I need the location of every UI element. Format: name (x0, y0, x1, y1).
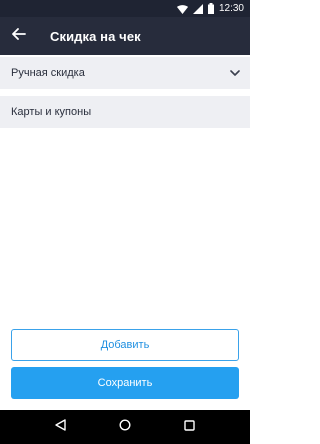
back-triangle-icon (55, 418, 66, 436)
arrow-left-icon (12, 27, 26, 45)
back-button[interactable] (0, 17, 38, 55)
cards-coupons-section[interactable]: Карты и купоны (0, 96, 250, 128)
add-button[interactable]: Добавить (11, 329, 239, 361)
system-nav-bar (0, 410, 250, 444)
recents-square-icon (184, 418, 195, 436)
app-bar: Скидка на чек (0, 17, 250, 55)
status-time: 12:30 (218, 3, 244, 14)
page-title: Скидка на чек (50, 28, 141, 44)
chevron-down-icon (230, 69, 240, 77)
manual-discount-label: Ручная скидка (11, 67, 85, 79)
wifi-icon (176, 4, 188, 14)
nav-recents-button[interactable] (175, 412, 205, 442)
nav-back-button[interactable] (45, 412, 75, 442)
cards-coupons-label: Карты и купоны (11, 106, 92, 118)
status-bar: 12:30 (0, 0, 250, 17)
battery-icon (207, 3, 214, 14)
nav-home-button[interactable] (110, 412, 140, 442)
cellular-icon (192, 3, 203, 14)
manual-discount-section[interactable]: Ручная скидка (0, 57, 250, 89)
home-circle-icon (119, 418, 131, 436)
save-button[interactable]: Сохранить (11, 367, 239, 399)
